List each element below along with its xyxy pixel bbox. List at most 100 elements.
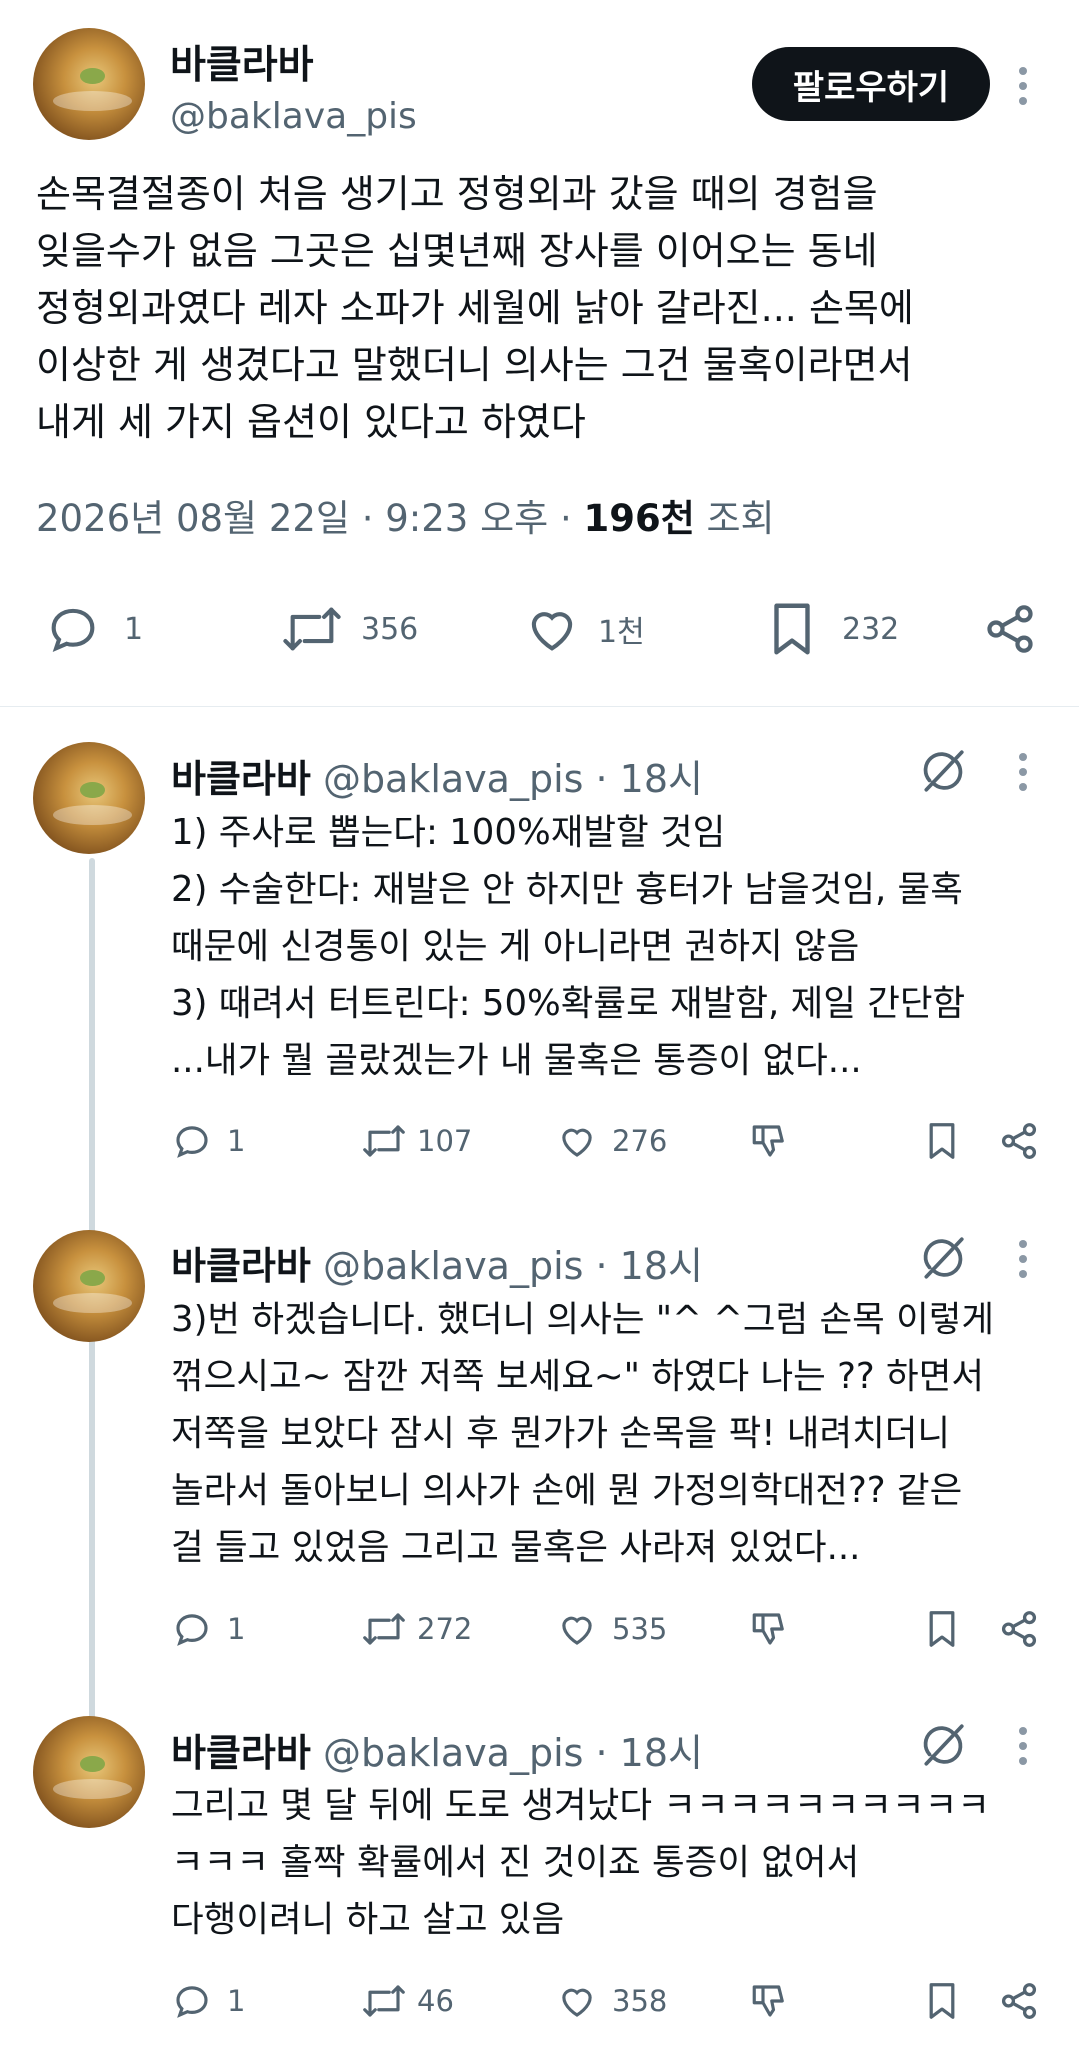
retweet-count: 46 [417, 1984, 454, 2018]
bookmark-button[interactable] [924, 1978, 960, 2024]
reply-button[interactable]: 1 [171, 1120, 245, 1162]
follow-button[interactable]: 팔로우하기 [752, 47, 990, 121]
post-timestamp[interactable]: 2026년 08월 22일 · 9:23 오후 · [36, 497, 572, 540]
reply-text: 3)번 하겠습니다. 했더니 의사는 "^ ^그럼 손목 이렇게 꺾으시고~ 잠… [171, 1291, 1041, 1576]
reply-icon [51, 608, 95, 653]
retweet-icon [363, 1613, 405, 1645]
author-name[interactable]: 바클라바 [171, 1244, 311, 1288]
reply-icon [176, 1126, 208, 1158]
reply-text: 1) 주사로 뽑는다: 100%재발할 것임 2) 수술한다: 재발은 안 하지… [171, 804, 1041, 1089]
reply-count: 1 [227, 1124, 246, 1158]
reply-text-line: 2) 수술한다: 재발은 안 하지만 흉터가 남을것임, 물혹 [171, 869, 963, 910]
like-count: 1천 [598, 615, 645, 650]
view-count: 196천 [583, 497, 695, 540]
post-text-line: 잊을수가 없음 그곳은 십몇년째 장사를 이어오는 동네 [36, 229, 878, 273]
avatar[interactable] [33, 742, 145, 854]
post-text-line: 손목결절종이 처음 생기고 정형외과 갔을 때의 경험을 [36, 172, 878, 216]
share-button[interactable] [998, 1120, 1040, 1162]
heart-icon [531, 612, 573, 651]
reply-button[interactable]: 1 [171, 1980, 245, 2022]
share-button[interactable] [982, 600, 1038, 658]
retweet-icon [363, 1985, 405, 2017]
author-name[interactable]: 바클라바 [170, 34, 314, 90]
retweet-count: 107 [417, 1124, 473, 1158]
reply-text-line: 3) 때려서 터트린다: 50%확률로 재발함, 제일 간단함 [171, 983, 966, 1024]
reply-text-line: 저쪽을 보았다 잠시 후 뭔가가 손목을 팍! 내려치더니 [171, 1413, 951, 1454]
reply-text-line: 1) 주사로 뽑는다: 100%재발할 것임 [171, 812, 726, 853]
more-options-icon[interactable] [1017, 67, 1029, 105]
bookmark-icon [774, 603, 810, 655]
like-button[interactable]: 1천 [522, 600, 645, 658]
reply-count: 1 [227, 1984, 246, 2018]
reply-icon [176, 1986, 208, 2018]
reply-header: 바클라바 @baklava_pis · 18시 [171, 1235, 703, 1290]
share-icon [1001, 1983, 1037, 2019]
share-icon [1001, 1123, 1037, 1159]
bookmark-icon [929, 1983, 955, 2019]
retweet-button[interactable]: 356 [279, 600, 418, 658]
reply-count: 1 [124, 611, 144, 647]
more-options-icon[interactable] [1017, 1240, 1029, 1278]
retweet-button[interactable]: 46 [361, 1980, 454, 2022]
reply-button[interactable]: 1 [44, 600, 143, 658]
grok-icon[interactable] [918, 746, 968, 796]
thumbs-down-icon [752, 1613, 784, 1645]
like-button[interactable]: 535 [556, 1608, 667, 1650]
reply-icon [176, 1614, 208, 1646]
share-button[interactable] [998, 1608, 1040, 1650]
more-options-icon[interactable] [1017, 753, 1029, 791]
reply-text: 그리고 몇 달 뒤에 도로 생겨났다 ㅋㅋㅋㅋㅋㅋㅋㅋㅋㅋ ㅋㅋㅋ 홀짝 확률에… [171, 1777, 1041, 1948]
view-label: 조회 [706, 497, 775, 540]
reply-count: 1 [227, 1612, 246, 1646]
share-icon [987, 605, 1033, 653]
grok-icon[interactable] [918, 1720, 968, 1770]
avatar[interactable] [33, 1230, 145, 1342]
reply-text-line: ㅋㅋㅋ 홀짝 확률에서 진 것이죠 통증이 없어서 [171, 1842, 860, 1883]
like-button[interactable]: 358 [556, 1980, 667, 2022]
reply-text-line: 꺾으시고~ 잠깐 저쪽 보세요~" 하였다 나는 ?? 하면서 [171, 1356, 985, 1397]
bookmark-button[interactable] [924, 1606, 960, 1652]
downvote-button[interactable] [748, 1120, 792, 1162]
author-meta[interactable]: @baklava_pis · 18시 [323, 757, 703, 801]
heart-icon [562, 1128, 592, 1157]
heart-icon [562, 1988, 592, 2017]
share-button[interactable] [998, 1980, 1040, 2022]
thumbs-down-icon [752, 1125, 784, 1157]
retweet-button[interactable]: 272 [361, 1608, 472, 1650]
author-name[interactable]: 바클라바 [171, 1731, 311, 1775]
more-options-icon[interactable] [1017, 1727, 1029, 1765]
reply-text-line: ...내가 뭘 골랐겠는가 내 물혹은 통증이 없다... [171, 1040, 862, 1081]
downvote-button[interactable] [748, 1608, 792, 1650]
reply-header: 바클라바 @baklava_pis · 18시 [171, 1722, 703, 1777]
retweet-button[interactable]: 107 [361, 1120, 472, 1162]
bookmark-icon [929, 1611, 955, 1647]
thumbs-down-icon [752, 1985, 784, 2017]
downvote-button[interactable] [748, 1980, 792, 2022]
like-button[interactable]: 276 [556, 1120, 667, 1162]
author-name[interactable]: 바클라바 [171, 757, 311, 801]
like-count: 358 [612, 1984, 668, 2018]
retweet-count: 272 [417, 1612, 473, 1646]
post-text-line: 정형외과였다 레자 소파가 세월에 낡아 갈라진... 손목에 [36, 286, 914, 330]
grok-icon[interactable] [918, 1233, 968, 1283]
share-icon [1001, 1611, 1037, 1647]
author-meta[interactable]: @baklava_pis · 18시 [323, 1244, 703, 1288]
avatar[interactable] [33, 28, 145, 140]
avatar[interactable] [33, 1716, 145, 1828]
post-text-line: 이상한 게 생겼다고 말했더니 의사는 그건 물혹이라면서 [36, 343, 913, 387]
like-count: 535 [612, 1612, 668, 1646]
post-meta: 2026년 08월 22일 · 9:23 오후 · 196천 조회 [36, 488, 775, 542]
bookmark-button[interactable]: 232 [766, 598, 899, 660]
reply-text-line: 다행이려니 하고 살고 있음 [171, 1899, 565, 1940]
like-count: 276 [612, 1124, 668, 1158]
reply-text-line: 3)번 하겠습니다. 했더니 의사는 "^ ^그럼 손목 이렇게 [171, 1299, 995, 1340]
reply-text-line: 놀라서 돌아보니 의사가 손에 뭔 가정의학대전?? 같은 [171, 1470, 963, 1511]
divider [0, 706, 1079, 707]
bookmark-button[interactable] [924, 1118, 960, 1164]
author-meta[interactable]: @baklava_pis · 18시 [323, 1731, 703, 1775]
author-handle[interactable]: @baklava_pis [170, 96, 417, 137]
reply-header: 바클라바 @baklava_pis · 18시 [171, 748, 703, 803]
bookmark-icon [929, 1123, 955, 1159]
reply-button[interactable]: 1 [171, 1608, 245, 1650]
heart-icon [562, 1616, 592, 1645]
